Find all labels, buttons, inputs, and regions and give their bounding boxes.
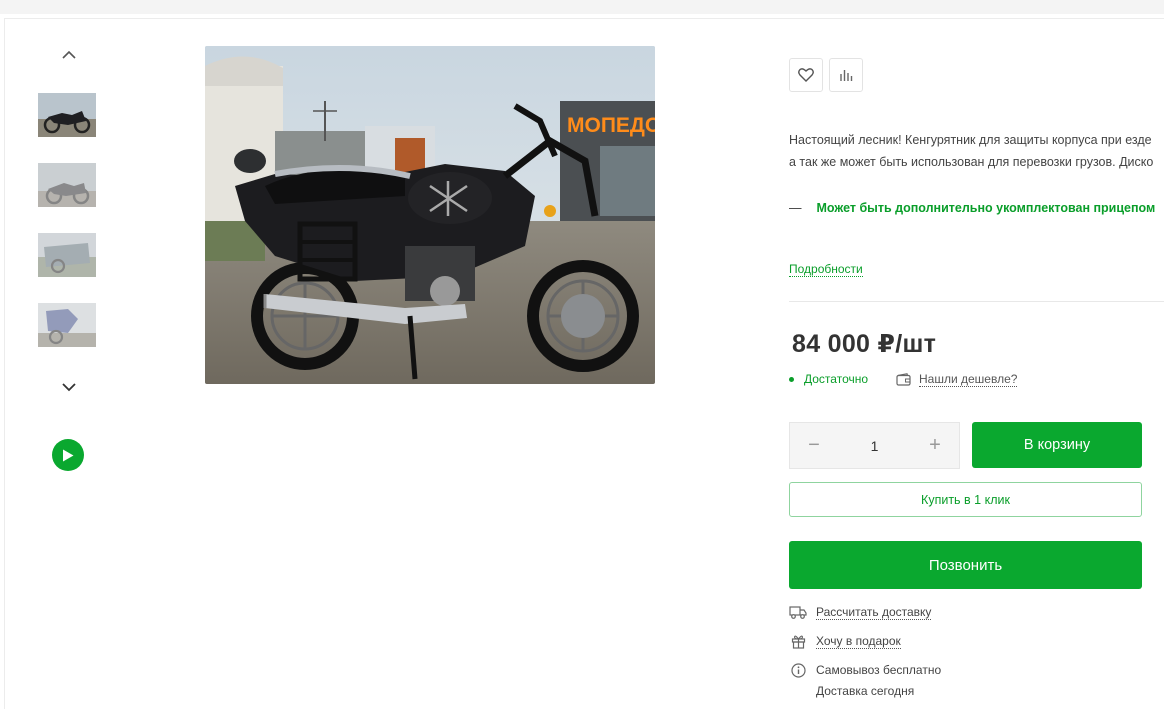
- chevron-up-icon: [62, 50, 76, 59]
- motorcycle-thumbnail-image: [38, 303, 96, 347]
- info-icon: [789, 662, 807, 678]
- call-button[interactable]: Позвонить: [789, 541, 1142, 589]
- quantity-value[interactable]: 1: [871, 438, 879, 454]
- wallet-icon: [896, 373, 911, 386]
- thumbnail-2[interactable]: [38, 163, 96, 207]
- quantity-plus-button[interactable]: +: [925, 434, 945, 457]
- delivery-calc-row: Рассчитать доставку: [789, 604, 932, 620]
- motorcycle-thumbnail-image: [38, 163, 96, 207]
- shop-sign-text: МОПЕДО: [567, 114, 655, 137]
- gift-link[interactable]: Хочу в подарок: [816, 634, 901, 649]
- gift-row: Хочу в подарок: [789, 633, 901, 649]
- thumbnails-down-button[interactable]: [56, 377, 82, 397]
- delivery-calc-link[interactable]: Рассчитать доставку: [816, 605, 932, 620]
- thumbnail-3[interactable]: [38, 233, 96, 277]
- product-description: Настоящий лесник! Кенгурятник для защиты…: [789, 129, 1164, 173]
- motorcycle-thumbnail-image: [38, 93, 96, 137]
- product-price: 84 000 ₽/шт: [792, 330, 937, 358]
- quantity-minus-button[interactable]: −: [804, 434, 824, 457]
- gift-icon: [789, 633, 807, 649]
- stock-status-text: Достаточно: [804, 372, 869, 386]
- chevron-down-icon: [62, 382, 76, 391]
- stock-dot: [789, 376, 794, 382]
- add-to-cart-button[interactable]: В корзину: [972, 422, 1142, 468]
- feature-text: Может быть дополнительно укомплектован п…: [816, 201, 1156, 215]
- pickup-row: Самовывоз бесплатно: [789, 662, 941, 678]
- motorcycle-photo: МОПЕДО: [205, 46, 655, 384]
- play-icon: [63, 449, 74, 461]
- description-line-1: Настоящий лесник! Кенгурятник для защиты…: [789, 133, 1152, 147]
- feature-item: — Может быть дополнительно укомплектован …: [789, 201, 1155, 215]
- bar-chart-icon: [840, 70, 853, 81]
- thumbnail-1[interactable]: [38, 93, 96, 137]
- divider: [789, 301, 1164, 302]
- truck-icon: [789, 604, 807, 620]
- feature-dash: —: [789, 201, 802, 215]
- thumbnails-up-button[interactable]: [56, 44, 82, 64]
- pickup-text: Самовывоз бесплатно: [816, 663, 942, 677]
- thumbnail-4[interactable]: [38, 303, 96, 347]
- compare-button[interactable]: [829, 58, 863, 92]
- stock-status: Достаточно: [789, 372, 868, 386]
- favorite-button[interactable]: [789, 58, 823, 92]
- top-bar: [0, 0, 1164, 14]
- heart-icon: [798, 68, 814, 82]
- quantity-stepper: − 1 +: [789, 422, 960, 469]
- video-play-button[interactable]: [52, 439, 84, 471]
- found-cheaper-label: Нашли дешевле?: [919, 372, 1018, 387]
- main-product-image[interactable]: МОПЕДО: [205, 46, 655, 384]
- buy-one-click-button[interactable]: Купить в 1 клик: [789, 482, 1142, 517]
- delivery-today-text: Доставка сегодня: [816, 684, 915, 698]
- details-link[interactable]: Подробности: [789, 262, 863, 277]
- found-cheaper-link[interactable]: Нашли дешевле?: [896, 372, 1018, 387]
- description-line-2: а так же может быть использован для пере…: [789, 155, 1154, 169]
- motorcycle-thumbnail-image: [38, 233, 96, 277]
